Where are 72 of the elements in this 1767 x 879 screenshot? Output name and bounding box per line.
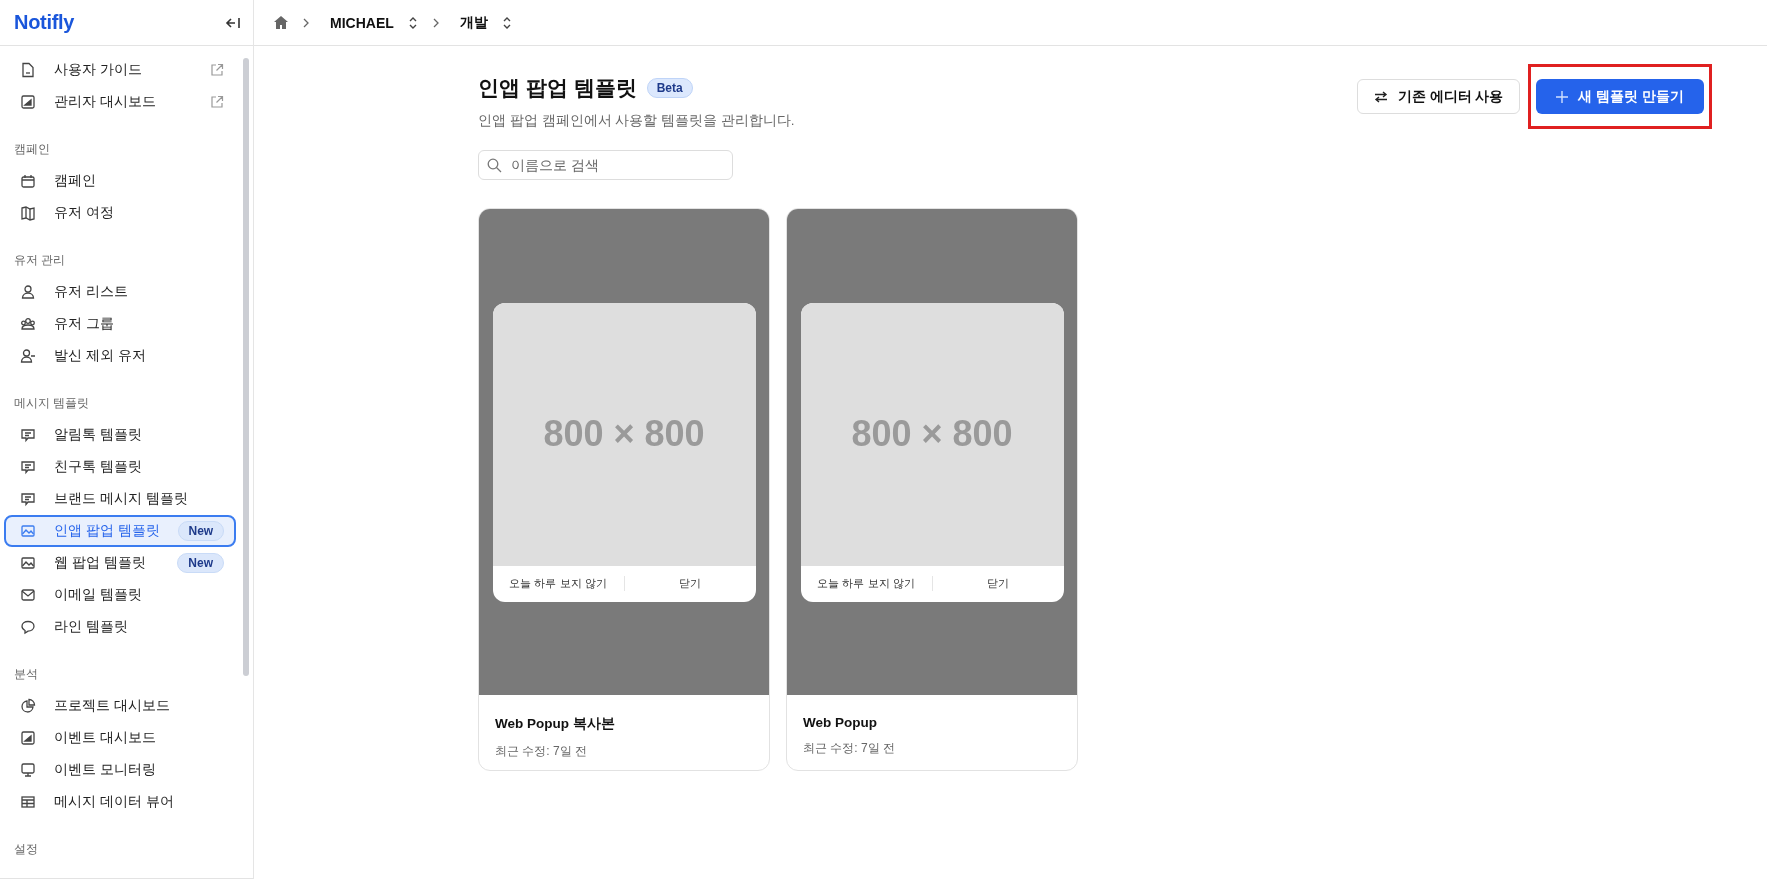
chart-icon	[20, 730, 36, 746]
sidebar-item[interactable]: 라인 템플릿	[4, 611, 236, 643]
template-name: Web Popup 복사본	[495, 715, 616, 733]
sidebar-item[interactable]: 이벤트 모니터링	[4, 754, 236, 786]
section-heading: 캠페인	[13, 142, 51, 157]
chat-icon	[20, 491, 36, 507]
popup-action: 닫기	[931, 576, 1064, 591]
calendar-icon	[20, 173, 36, 189]
new-badge: New	[177, 521, 225, 541]
logo: Notifly	[14, 11, 75, 34]
create-template-button[interactable]: 새 템플릿 만들기	[1536, 79, 1704, 114]
sidebar-item[interactable]: 알림톡 템플릿	[4, 419, 236, 451]
legacy-editor-button[interactable]: 기존 에디터 사용	[1356, 79, 1521, 114]
chat-icon	[20, 459, 36, 475]
template-card[interactable]: 800 × 800 오늘 하루 보지 않기 닫기 Web Popup 최근 수정: 7일 전	[786, 208, 1078, 771]
chevron-right-icon	[431, 17, 440, 28]
template-name: Web Popup	[803, 715, 878, 730]
breadcrumb-item[interactable]: MICHAEL	[330, 14, 394, 31]
popup-action: 오늘 하루 보지 않기	[508, 576, 608, 591]
page-subtitle: 인앱 팝업 캠페인에서 사용할 템플릿을 관리합니다.	[478, 112, 795, 130]
user-minus-icon	[20, 348, 36, 364]
sidebar-item[interactable]: 웹 팝업 템플릿 New	[4, 547, 236, 579]
new-badge: New	[177, 553, 224, 573]
sort-chevrons-icon[interactable]	[407, 15, 418, 30]
popup-action: 오늘 하루 보지 않기	[816, 576, 916, 591]
chat-icon	[20, 427, 36, 443]
image-size-label: 800 × 800	[543, 413, 705, 455]
sidebar-item[interactable]: 프로젝트 대시보드	[4, 690, 236, 722]
modified-time: 최근 수정: 7일 전	[495, 743, 588, 760]
sidebar-item[interactable]: 친구톡 템플릿	[4, 451, 236, 483]
sidebar-item[interactable]: 유저 리스트	[4, 276, 236, 308]
sidebar-item[interactable]: 발신 제외 유저	[4, 340, 236, 372]
table-icon	[20, 794, 36, 810]
sort-chevrons-icon[interactable]	[501, 15, 512, 30]
page-title: 인앱 팝업 템플릿	[478, 75, 637, 101]
mail-icon	[20, 587, 36, 603]
chart-icon	[20, 94, 36, 110]
sidebar-item[interactable]: 관리자 대시보드	[4, 86, 236, 118]
sidebar-item[interactable]: 캠페인	[4, 165, 236, 197]
speech-bubble-icon	[20, 619, 36, 635]
section-heading: 설정	[13, 842, 39, 857]
user-icon	[20, 284, 36, 300]
plus-icon	[1556, 90, 1569, 103]
image-icon	[20, 523, 36, 539]
modified-time: 최근 수정: 7일 전	[803, 740, 896, 757]
sidebar-item[interactable]: 유저 그룹	[4, 308, 236, 340]
image-icon	[20, 555, 36, 571]
template-card[interactable]: 800 × 800 오늘 하루 보지 않기 닫기 Web Popup 복사본 최근 수정: 7일 전	[478, 208, 770, 771]
search-icon	[487, 158, 502, 173]
breadcrumb-item[interactable]: 개발	[459, 13, 488, 32]
document-icon	[20, 62, 36, 78]
section-heading: 분석	[13, 667, 39, 682]
sidebar-item[interactable]: 사용자 가이드	[4, 54, 236, 86]
beta-badge: Beta	[646, 78, 693, 98]
sidebar-item[interactable]: 메시지 데이터 뷰어	[4, 786, 236, 818]
group-icon	[20, 316, 36, 332]
pie-chart-icon	[20, 698, 36, 714]
swap-arrows-icon	[1373, 90, 1388, 103]
chevron-right-icon	[302, 17, 310, 28]
sidebar-item[interactable]: 이메일 템플릿	[4, 579, 236, 611]
image-size-label: 800 × 800	[851, 413, 1013, 455]
home-icon[interactable]	[274, 16, 288, 29]
popup-action: 닫기	[623, 576, 756, 591]
section-heading: 메시지 템플릿	[13, 396, 91, 411]
sidebar-item[interactable]: 유저 여정	[4, 197, 236, 229]
search-field[interactable]: 이름으로 검색	[478, 150, 733, 180]
section-heading: 유저 관리	[13, 253, 67, 268]
monitor-icon	[20, 762, 36, 778]
sidebar-item[interactable]: 인앱 팝업 템플릿 New	[4, 515, 236, 547]
sidebar-item[interactable]: 브랜드 메시지 템플릿	[4, 483, 236, 515]
sidebar-item[interactable]: 이벤트 대시보드	[4, 722, 236, 754]
map-icon	[20, 205, 36, 221]
